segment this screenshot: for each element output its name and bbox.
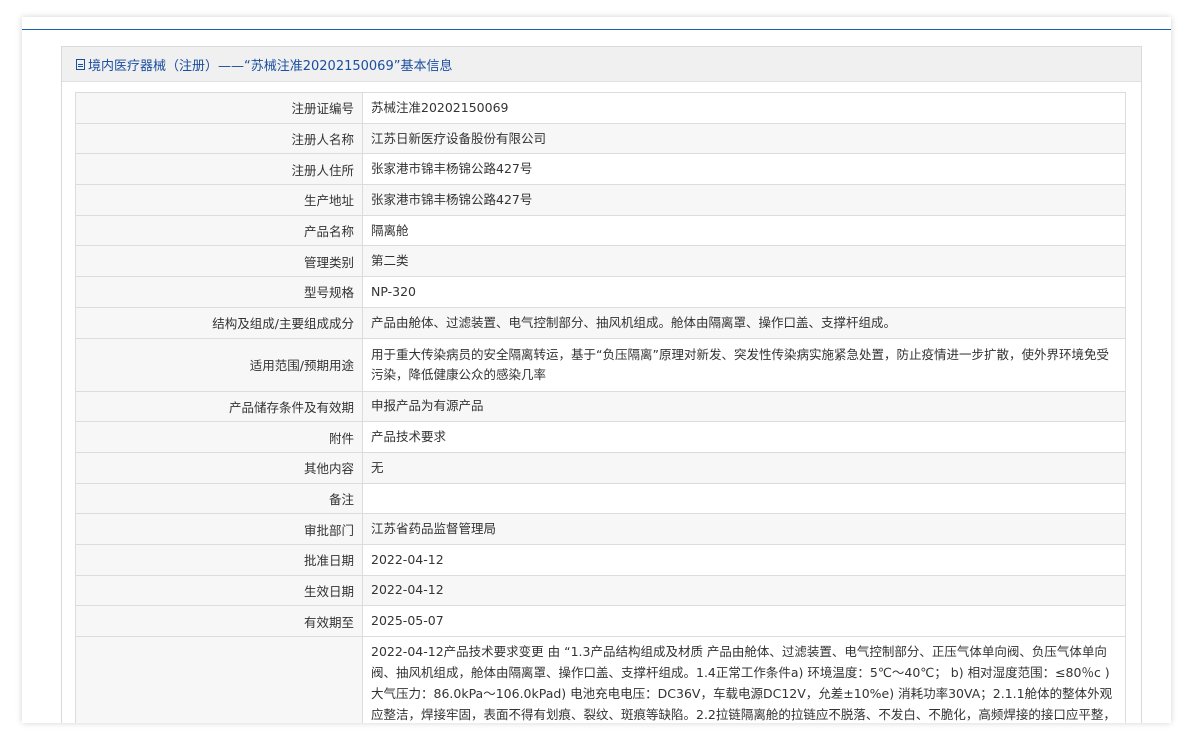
panel-title: 境内医疗器械（注册）——“苏械注准20202150069”基本信息 [88,58,453,74]
row-label: 备注 [75,482,363,515]
document-icon [76,58,85,70]
row-label [75,636,363,723]
table-row: 产品名称 隔离舱 [75,214,1126,247]
row-label: 注册人住所 [75,153,363,186]
row-label: 生效日期 [75,574,363,607]
table-row: 其他内容 无 [75,451,1126,484]
row-label: 结构及组成/主要组成成分 [75,306,363,339]
row-label: 附件 [75,421,363,453]
table-row: 生产地址 张家港市锦丰杨锦公路427号 [75,184,1126,216]
row-label: 其他内容 [75,451,363,484]
row-label: 适用范围/预期用途 [75,337,363,392]
row-value: 用于重大传染病员的安全隔离转运，基于“负压隔离”原理对新发、突发性传染病实施紧急… [362,337,1126,392]
row-value: 苏械注准20202150069 [362,92,1126,124]
row-label: 注册证编号 [75,92,363,124]
row-value: 产品技术要求 [362,421,1126,453]
table-row: 结构及组成/主要组成成分 产品由舱体、过滤装置、电气控制部分、抽风机组成。舱体由… [75,306,1126,339]
row-value: 张家港市锦丰杨锦公路427号 [362,184,1126,216]
top-divider [22,29,1171,30]
row-value: 江苏省药品监督管理局 [362,513,1126,545]
table-row: 备注 [75,482,1126,515]
row-label: 批准日期 [75,543,363,576]
panel-header: 境内医疗器械（注册）——“苏械注准20202150069”基本信息 [62,47,1141,82]
table-row: 管理类别 第二类 [75,245,1126,278]
table-row: 产品储存条件及有效期 申报产品为有源产品 [75,390,1126,423]
row-value: 隔离舱 [362,214,1126,247]
table-row: 有效期至 2025-05-07 [75,605,1126,637]
table-row: 适用范围/预期用途 用于重大传染病员的安全隔离转运，基于“负压隔离”原理对新发、… [75,337,1126,392]
row-label: 产品储存条件及有效期 [75,390,363,423]
page-frame: 境内医疗器械（注册）——“苏械注准20202150069”基本信息 注册证编号 … [22,17,1171,723]
info-table: 注册证编号 苏械注准20202150069 注册人名称 江苏日新医疗设备股份有限… [75,92,1126,723]
row-label: 生产地址 [75,184,363,216]
row-label: 产品名称 [75,214,363,247]
row-value: 江苏日新医疗设备股份有限公司 [362,122,1126,155]
row-label: 注册人名称 [75,122,363,155]
row-label: 管理类别 [75,245,363,278]
row-value: 2022-04-12 [362,574,1126,607]
row-value: 产品由舱体、过滤装置、电气控制部分、抽风机组成。舱体由隔离罩、操作口盖、支撑杆组… [362,306,1126,339]
row-value: NP-320 [362,276,1126,308]
row-label: 有效期至 [75,605,363,637]
row-value [362,482,1126,515]
row-value: 申报产品为有源产品 [362,390,1126,423]
row-value: 无 [362,451,1126,484]
table-row: 2022-04-12产品技术要求变更 由 “1.3产品结构组成及材质 产品由舱体… [75,636,1126,723]
table-row: 附件 产品技术要求 [75,421,1126,453]
row-label: 型号规格 [75,276,363,308]
table-row: 注册人住所 张家港市锦丰杨锦公路427号 [75,153,1126,186]
row-value: 2022-04-12 [362,543,1126,576]
row-value: 第二类 [362,245,1126,278]
table-row: 型号规格 NP-320 [75,276,1126,308]
row-value: 张家港市锦丰杨锦公路427号 [362,153,1126,186]
row-value: 2025-05-07 [362,605,1126,637]
table-row: 审批部门 江苏省药品监督管理局 [75,513,1126,545]
row-value: 2022-04-12产品技术要求变更 由 “1.3产品结构组成及材质 产品由舱体… [362,636,1126,723]
table-row: 批准日期 2022-04-12 [75,543,1126,576]
table-row: 注册证编号 苏械注准20202150069 [75,92,1126,124]
table-row: 注册人名称 江苏日新医疗设备股份有限公司 [75,122,1126,155]
table-row: 生效日期 2022-04-12 [75,574,1126,607]
row-label: 审批部门 [75,513,363,545]
